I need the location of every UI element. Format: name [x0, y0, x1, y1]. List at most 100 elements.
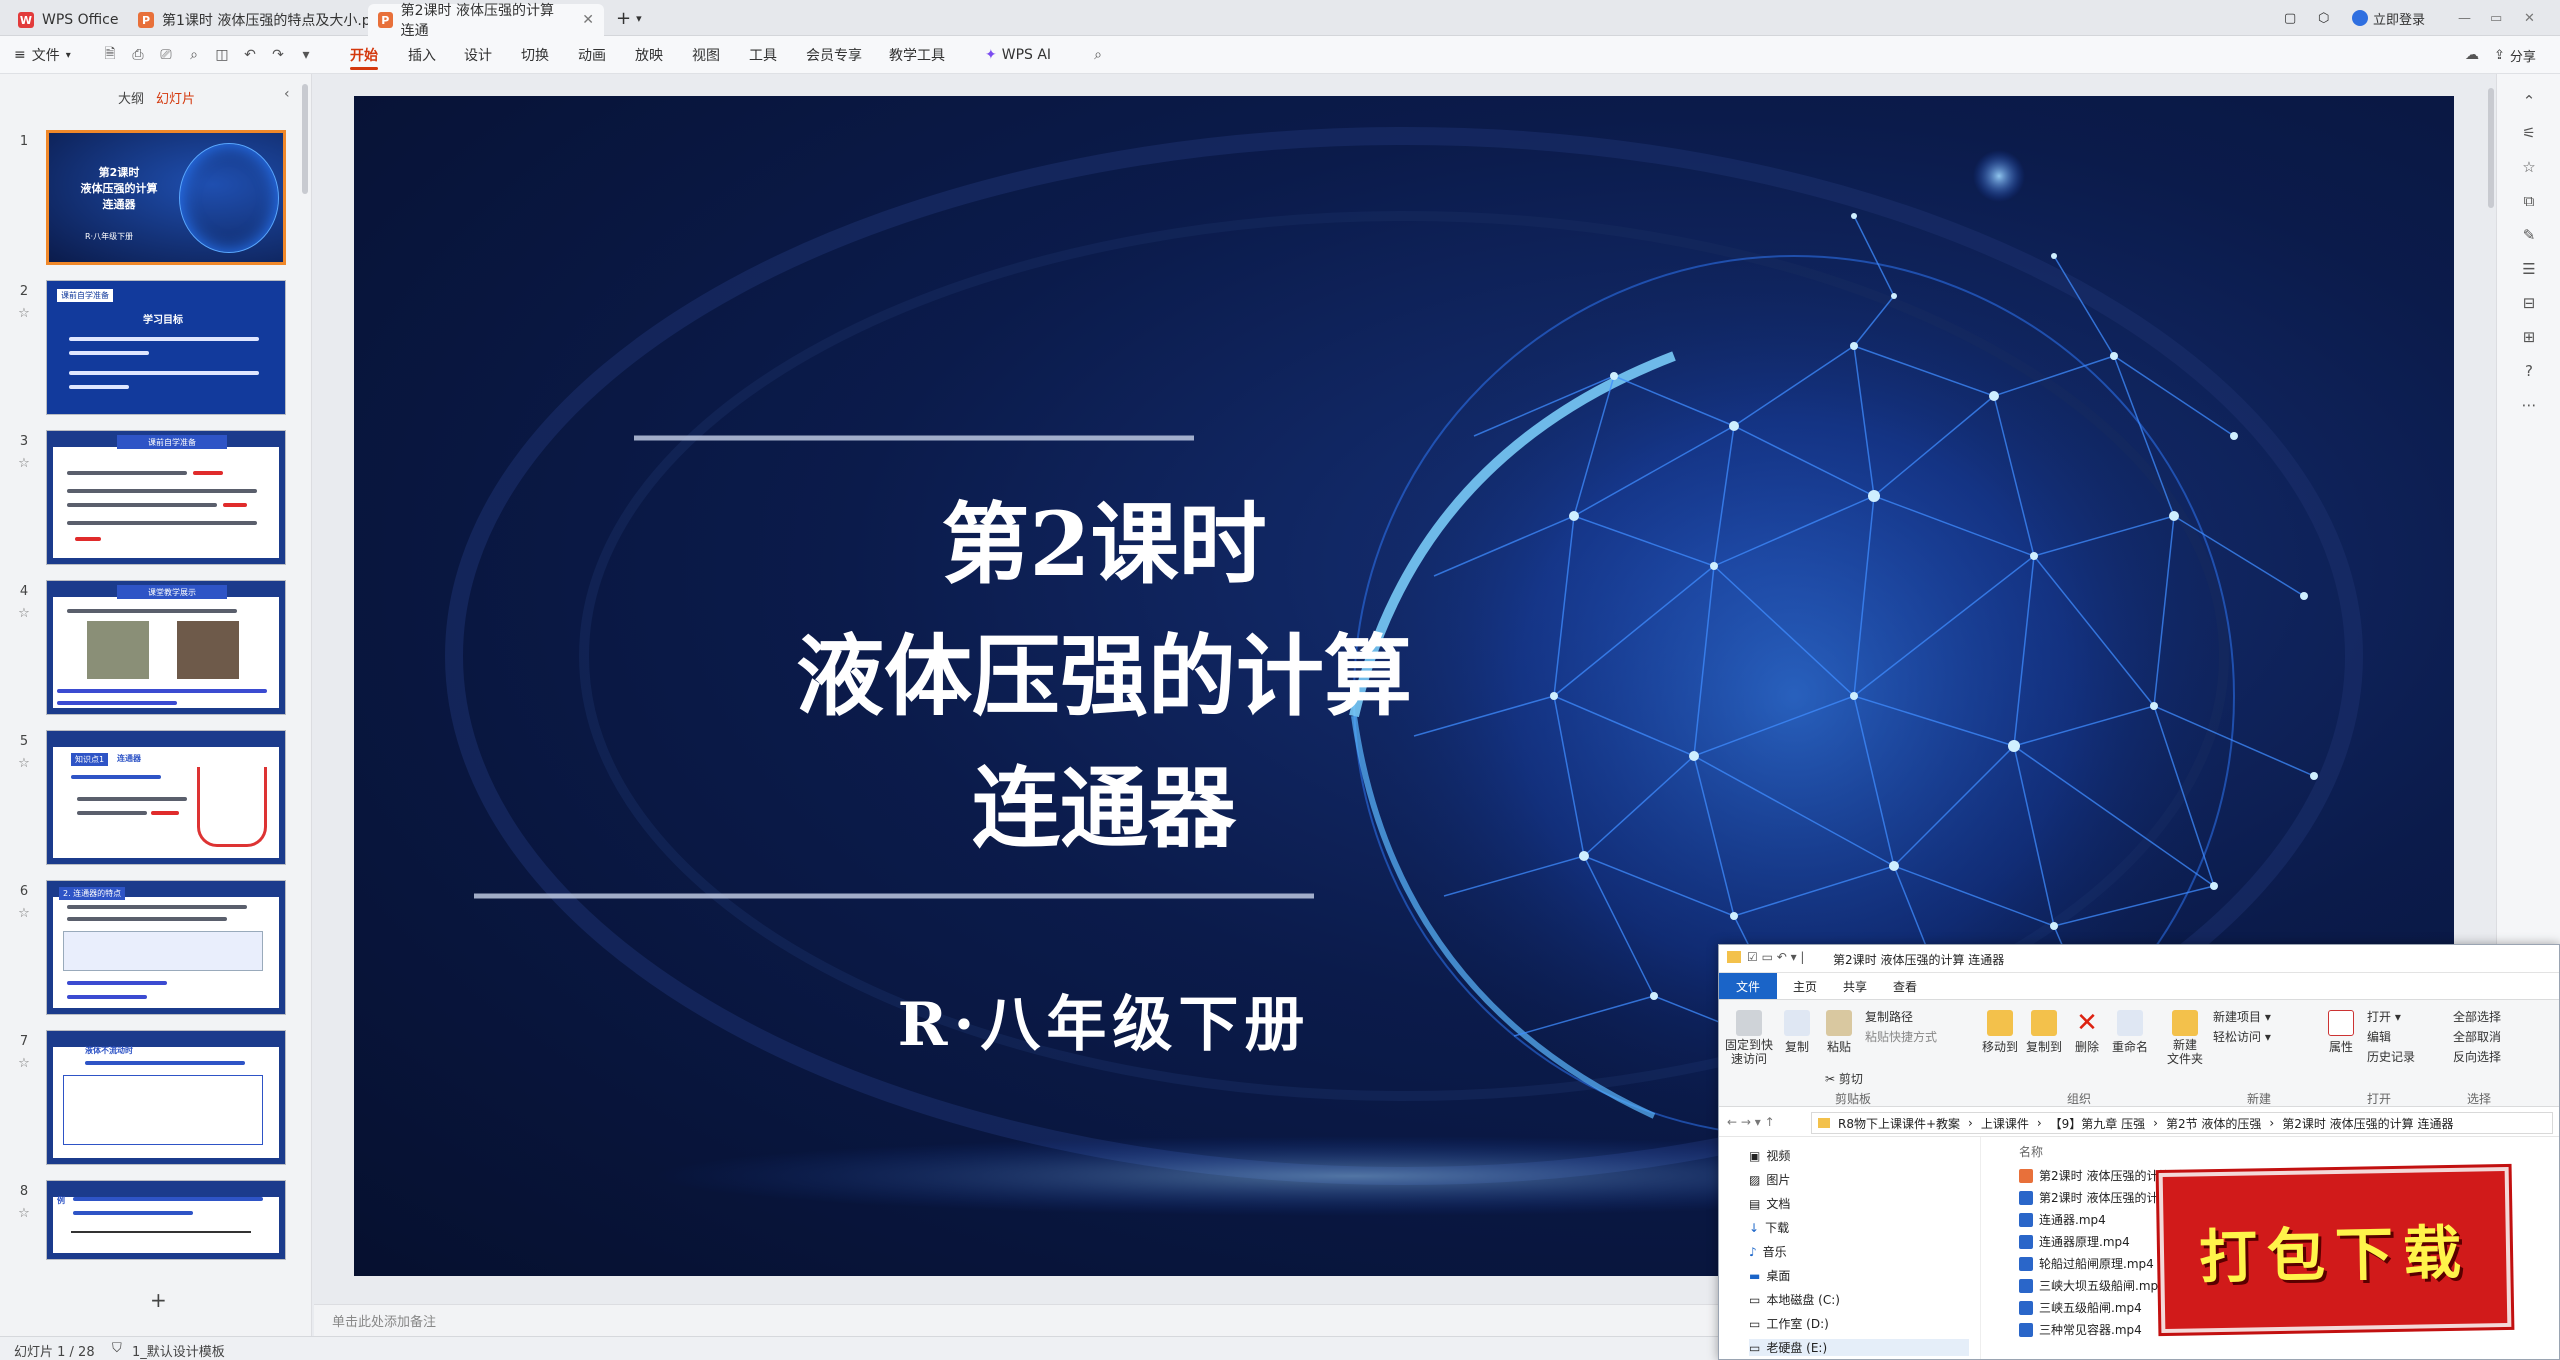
invert-selection-button[interactable]: 反向选择	[2453, 1048, 2501, 1065]
delete-button[interactable]: ✕ 删除	[2069, 1010, 2105, 1055]
quick-access-icons[interactable]: ☑ ▭ ↶ ▾ |	[1747, 950, 1804, 964]
properties-button[interactable]: 属性	[2323, 1010, 2359, 1055]
slide-title-line1[interactable]: 第2课时	[724, 474, 1484, 601]
select-none-button[interactable]: 全部取消	[2453, 1028, 2501, 1045]
copy-button[interactable]: 复制	[1777, 1010, 1817, 1055]
file-row[interactable]: 轮船过船闸原理.mp4	[2019, 1255, 2154, 1272]
open-button[interactable]: 打开 ▾	[2367, 1008, 2401, 1025]
slide-thumb-8[interactable]: 例	[46, 1180, 286, 1260]
menu-animation[interactable]: 动画	[578, 36, 606, 74]
paste-button[interactable]: 粘贴	[1819, 1010, 1859, 1055]
file-row[interactable]: 三峡五级船闸.mp4	[2019, 1299, 2142, 1316]
breadcrumb-item[interactable]: 上课课件	[1981, 1115, 2029, 1132]
search-icon[interactable]: ⌕	[1088, 45, 1108, 65]
save-icon[interactable]: 🗎	[100, 45, 120, 65]
brush-icon[interactable]: ✎	[2519, 226, 2539, 246]
tab-outline[interactable]: 大纲	[118, 88, 144, 107]
nav-item-videos[interactable]: ▣ 视频	[1749, 1147, 1790, 1164]
slide-subtitle[interactable]: R·八年级下册	[724, 976, 1484, 1063]
move-to-button[interactable]: 移动到	[1979, 1010, 2021, 1055]
star-icon[interactable]: ☆	[14, 1206, 34, 1221]
menu-teaching-tools[interactable]: 教学工具	[889, 36, 945, 74]
login-button[interactable]: 立即登录	[2352, 6, 2425, 30]
menu-slideshow[interactable]: 放映	[635, 36, 663, 74]
close-icon[interactable]: ✕	[582, 12, 594, 28]
ribbon-tab-file[interactable]: 文件	[1719, 973, 1777, 999]
ribbon-tab-home[interactable]: 主页	[1793, 978, 1817, 995]
edit-button[interactable]: 编辑	[2367, 1028, 2391, 1045]
format-icon[interactable]: ◫	[212, 45, 232, 65]
slide-thumb-4[interactable]: 课堂教学展示	[46, 580, 286, 715]
rename-button[interactable]: 重命名	[2109, 1010, 2151, 1055]
nav-item-pictures[interactable]: ▨ 图片	[1749, 1171, 1790, 1188]
slide-title-line2[interactable]: 液体压强的计算	[724, 606, 1484, 733]
paste-shortcut-button[interactable]: 粘贴快捷方式	[1865, 1028, 1937, 1045]
layout-icon[interactable]: ⊞	[2519, 328, 2539, 348]
pin-quick-access-button[interactable]: 固定到快 速访问	[1725, 1010, 1773, 1066]
nav-arrows-icon[interactable]: ← → ▾ ↑	[1727, 1115, 1775, 1129]
slide-scrollbar[interactable]	[2488, 88, 2494, 208]
more-icon[interactable]: ⋯	[2519, 396, 2539, 416]
star-icon[interactable]: ☆	[14, 306, 34, 321]
menu-insert[interactable]: 插入	[408, 36, 436, 74]
ribbon-tab-share[interactable]: 共享	[1843, 978, 1867, 995]
star-icon[interactable]: ☆	[14, 906, 34, 921]
slide-title-line3[interactable]: 连通器	[724, 738, 1484, 865]
file-row[interactable]: 连通器.mp4	[2019, 1211, 2106, 1228]
file-row[interactable]: 连通器原理.mp4	[2019, 1233, 2130, 1250]
tab-wps-office[interactable]: W WPS Office	[8, 4, 129, 36]
slide-thumb-5[interactable]: 知识点1 连通器	[46, 730, 286, 865]
menu-tools[interactable]: 工具	[749, 36, 777, 74]
menu-wps-ai[interactable]: ✦ WPS AI	[985, 36, 1051, 74]
star-icon[interactable]: ☆	[14, 606, 34, 621]
restore-icon[interactable]: ▢	[2284, 6, 2296, 30]
tab-slides[interactable]: 幻灯片	[156, 88, 195, 107]
history-button[interactable]: 历史记录	[2367, 1048, 2415, 1065]
menu-design[interactable]: 设计	[464, 36, 492, 74]
column-header-name[interactable]: 名称	[2019, 1143, 2043, 1160]
menu-transition[interactable]: 切换	[521, 36, 549, 74]
file-row[interactable]: 三峡大坝五级船闸.mp4	[2019, 1277, 2166, 1294]
template-name[interactable]: 1_默认设计模板	[132, 1341, 225, 1360]
print-icon[interactable]: ⎚	[156, 45, 176, 65]
select-all-button[interactable]: 全部选择	[2453, 1008, 2501, 1025]
nav-item-downloads[interactable]: ↓ 下载	[1749, 1219, 1789, 1236]
star-icon[interactable]: ☆	[2519, 158, 2539, 178]
new-item-button[interactable]: 新建项目 ▾	[2213, 1008, 2271, 1025]
panel-scrollbar[interactable]	[302, 84, 308, 194]
minimize-icon[interactable]: —	[2458, 6, 2471, 30]
breadcrumb-item[interactable]: 【9】第九章 压强	[2050, 1115, 2145, 1132]
preview-icon[interactable]: ⌕	[184, 45, 204, 65]
slide-thumb-6[interactable]: 2. 连通器的特点	[46, 880, 286, 1015]
nav-item-drive-c[interactable]: ▭ 本地磁盘 (C:)	[1749, 1291, 1840, 1308]
sliders-icon[interactable]: ☰	[2519, 260, 2539, 280]
slide-thumb-7[interactable]: 液体不流动时	[46, 1030, 286, 1165]
breadcrumb[interactable]: R8物下上课课件+教案 › 上课课件 › 【9】第九章 压强 › 第2节 液体的压强 ›…	[1811, 1112, 2553, 1134]
book-icon[interactable]: ⊟	[2519, 294, 2539, 314]
cut-button[interactable]: ✂ 剪切	[1825, 1070, 1863, 1087]
add-slide-button[interactable]: +	[150, 1288, 167, 1312]
nav-item-documents[interactable]: ▤ 文档	[1749, 1195, 1790, 1212]
nav-item-drive-e[interactable]: ▭ 老硬盘 (E:)	[1749, 1339, 1969, 1356]
ribbon-tab-view[interactable]: 查看	[1893, 978, 1917, 995]
copy-to-button[interactable]: 复制到	[2023, 1010, 2065, 1055]
star-icon[interactable]: ☆	[14, 1056, 34, 1071]
undo-icon[interactable]: ↶	[240, 45, 260, 65]
slide-thumb-1[interactable]: 第2课时 液体压强的计算 连通器 R·八年级下册	[46, 130, 286, 265]
cube-icon[interactable]: ⬡	[2318, 6, 2329, 30]
tab-lesson1[interactable]: P 第1课时 液体压强的特点及大小.pptx	[128, 4, 403, 36]
tab-lesson2[interactable]: P 第2课时 液体压强的计算 连通 ✕	[368, 3, 604, 39]
more-icon[interactable]: ▾	[296, 45, 316, 65]
slide-thumb-2[interactable]: 课前自学准备 学习目标	[46, 280, 286, 415]
menu-start[interactable]: 开始	[350, 36, 378, 74]
star-icon[interactable]: ☆	[14, 756, 34, 771]
new-tab-button[interactable]: + ▾	[616, 6, 642, 30]
maximize-icon[interactable]: ▭	[2490, 6, 2502, 30]
breadcrumb-item[interactable]: R8物下上课课件+教案	[1838, 1115, 1960, 1132]
new-folder-button[interactable]: 新建 文件夹	[2163, 1010, 2207, 1066]
file-menu[interactable]: ≡ 文件 ▾	[14, 36, 71, 74]
collapse-icon[interactable]: ⌃	[2519, 92, 2539, 112]
menu-view[interactable]: 视图	[692, 36, 720, 74]
menu-member[interactable]: 会员专享	[806, 36, 862, 74]
share-button[interactable]: ⇪ 分享	[2494, 43, 2536, 67]
